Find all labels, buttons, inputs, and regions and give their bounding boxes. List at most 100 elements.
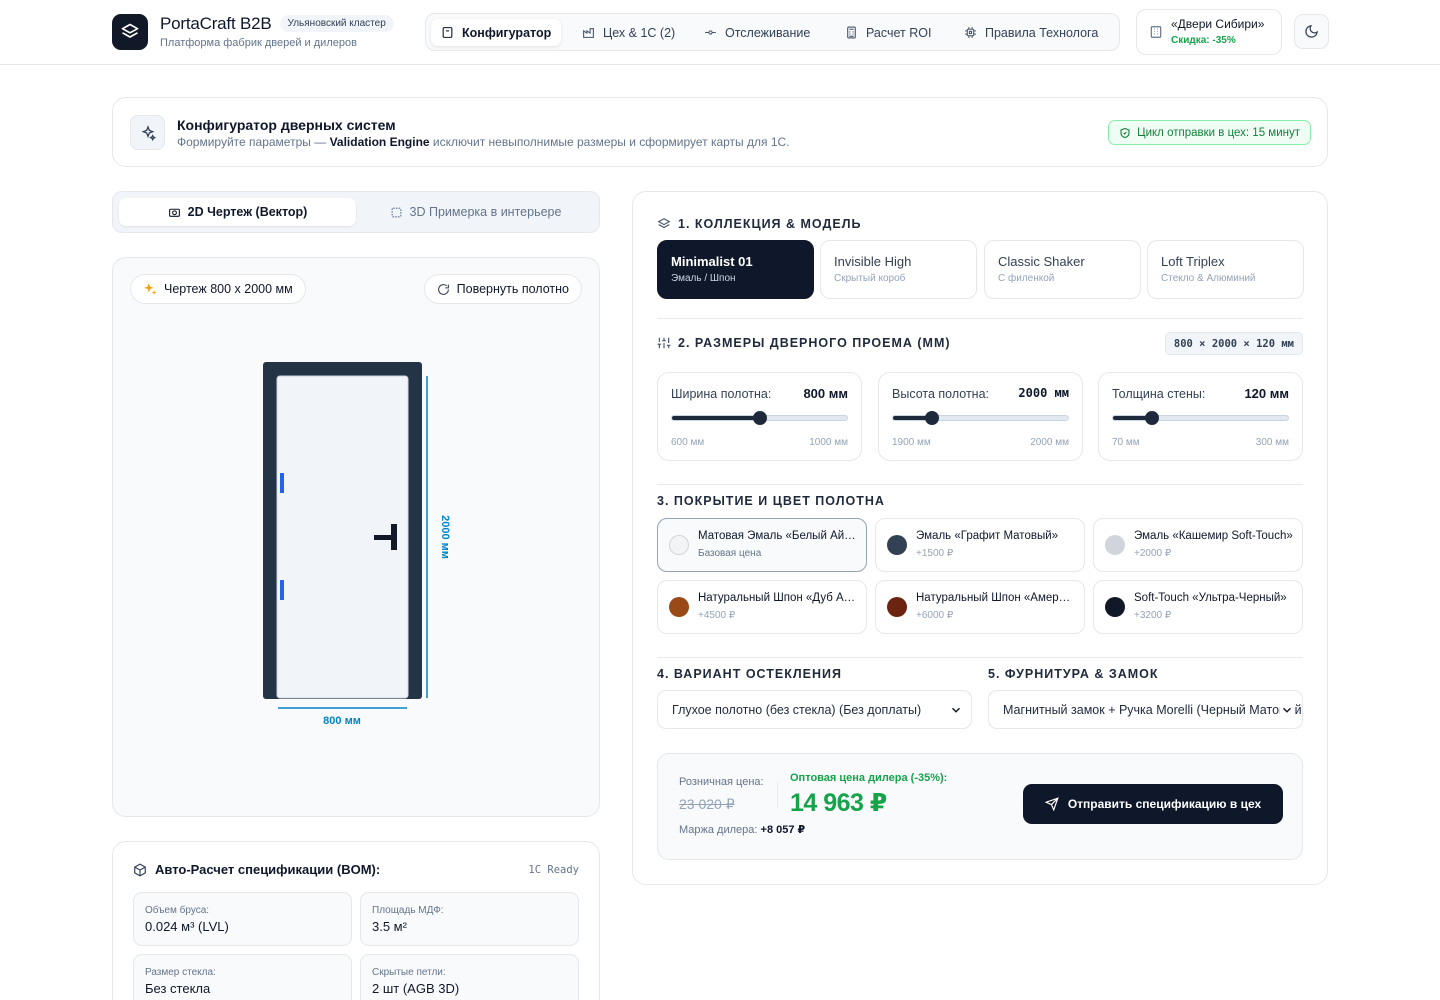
color-swatch [887, 597, 907, 617]
door-icon [442, 27, 453, 38]
divider [777, 782, 778, 808]
bom-item: Объем бруса: 0.024 м³ (LVL) [133, 892, 352, 946]
bom-item: Площадь МДФ: 3.5 м² [360, 892, 579, 946]
height-control: Высота полотна: 2000 мм 1900 мм 2000 мм [878, 372, 1083, 461]
color-swatch [669, 597, 689, 617]
bom-item: Скрытые петли: 2 шт (AGB 3D) [360, 954, 579, 1000]
divider [657, 318, 1303, 319]
main-nav: Конфигуратор Цех & 1С (2) Отслеживание Р… [425, 13, 1120, 51]
top-bar: PortaCraft B2B Ульяновский кластер Платфо… [0, 0, 1440, 65]
width-dimension-label: 800 мм [323, 715, 361, 727]
wall-thickness-control: Толщина стены: 120 мм 70 мм 300 мм [1098, 372, 1303, 461]
thickness-slider-thumb[interactable] [1144, 411, 1159, 425]
section-dimensions-heading: 2. РАЗМЕРЫ ДВЕРНОГО ПРОЕМА (ММ) [657, 336, 951, 350]
model-card-invisible[interactable]: Invisible High Скрытый короб [820, 240, 977, 299]
chevron-down-icon [1280, 703, 1294, 717]
tab-tracking[interactable]: Отслеживание [694, 19, 820, 46]
lock-plate [391, 524, 397, 550]
hardware-select[interactable]: Магнитный замок + Ручка Morelli (Черный … [988, 690, 1303, 729]
page-title: Конфигуратор дверных систем [177, 117, 396, 133]
building-icon [1150, 26, 1162, 38]
tab-label: Конфигуратор [462, 25, 552, 40]
divider [657, 657, 1303, 658]
finish-option[interactable]: Эмаль «Кашемир Soft-Touch» +2000 ₽ [1093, 518, 1303, 572]
route-icon [705, 30, 716, 35]
width-slider-thumb[interactable] [752, 411, 767, 425]
door-drawing-canvas: Чертеж 800 x 2000 мм Повернуть полотно 8… [112, 257, 600, 817]
finish-option[interactable]: Soft-Touch «Ультра-Черный» +3200 ₽ [1093, 580, 1303, 634]
sparkles-icon [144, 283, 157, 295]
model-card-classic[interactable]: Classic Shaker С филенкой [984, 240, 1141, 299]
layers-icon [657, 218, 671, 229]
door-drawing: 800 мм 2000 мм [263, 362, 451, 727]
package-icon [134, 862, 146, 877]
divider [657, 484, 1303, 485]
configurator-header: Конфигуратор дверных систем Формируйте п… [112, 97, 1328, 167]
retail-price: 23 020 ₽ [679, 796, 735, 812]
brand-name: PortaCraft B2B [160, 14, 272, 33]
pricing-summary: Розничная цена: 23 020 ₽ Оптовая цена ди… [657, 753, 1303, 860]
bom-title: Авто-Расчет спецификации (BOM): [133, 862, 380, 877]
tab-configurator[interactable]: Конфигуратор [431, 19, 562, 46]
bom-item: Размер стекла: Без стекла [133, 954, 352, 1000]
region-badge: Ульяновский кластер [279, 15, 394, 32]
width-control: Ширина полотна: 800 мм 600 мм 1000 мм [657, 372, 862, 461]
finish-option[interactable]: Натуральный Шпон «Дуб Античный»+4500 ₽ [657, 580, 867, 634]
width-slider[interactable] [671, 411, 848, 425]
wholesale-price-label: Оптовая цена дилера (-35%): [790, 772, 948, 784]
drawing-size-label: Чертеж 800 x 2000 мм [130, 274, 306, 304]
height-dimension-label: 2000 мм [439, 515, 451, 559]
tab-roi[interactable]: Расчет ROI [835, 19, 941, 46]
model-card-loft[interactable]: Loft Triplex Стекло & Алюминий [1147, 240, 1304, 299]
camera-icon [168, 208, 180, 217]
theme-toggle-button[interactable] [1294, 14, 1329, 49]
hinge-bottom [280, 580, 284, 600]
dispatch-cycle-badge: Цикл отправки в цех: 15 минут [1108, 120, 1311, 145]
thickness-slider[interactable] [1112, 411, 1289, 425]
height-slider-thumb[interactable] [924, 411, 939, 425]
finish-option[interactable]: Натуральный Шпон «Американский Орех»+600… [875, 580, 1085, 634]
dealer-discount: Скидка: -35% [1171, 35, 1236, 46]
page-subtitle: Формируйте параметры — Validation Engine… [177, 135, 790, 149]
tab-label: Отслеживание [725, 25, 811, 40]
glazing-select[interactable]: Глухое полотно (без стекла) (Без доплаты… [657, 690, 972, 729]
factory-icon [583, 28, 594, 38]
brand: PortaCraft B2B Ульяновский кластер Платфо… [160, 14, 394, 49]
calculator-icon [847, 26, 856, 39]
dealer-account[interactable]: «Двери Сибири» Скидка: -35% [1136, 9, 1282, 55]
color-swatch [887, 535, 907, 555]
sparkles-icon [130, 115, 165, 150]
section-glazing-heading: 4. ВАРИАНТ ОСТЕКЛЕНИЯ [657, 667, 842, 681]
finish-option[interactable]: Матовая Эмаль «Белый Айсберг»Базовая цен… [657, 518, 867, 572]
tab-3d-preview[interactable]: 3D Примерка в интерьере [357, 198, 594, 226]
brand-subtitle: Платформа фабрик дверей и дилеров [160, 37, 357, 49]
color-swatch [1105, 535, 1125, 555]
send-spec-to-factory-button[interactable]: Отправить спецификацию в цех [1023, 784, 1283, 824]
color-swatch [669, 535, 689, 555]
layers-icon [121, 23, 139, 38]
shield-check-icon [1120, 127, 1130, 138]
tab-factory-1c[interactable]: Цех & 1С (2) [572, 19, 685, 46]
tab-technologist-rules[interactable]: Правила Технолога [954, 19, 1108, 46]
tab-2d-drawing[interactable]: 2D Чертеж (Вектор) [119, 198, 356, 226]
bom-panel: Авто-Расчет спецификации (BOM): 1C Ready… [112, 841, 600, 1000]
section-finish-heading: 3. ПОКРЫТИЕ И ЦВЕТ ПОЛОТНА [657, 494, 885, 508]
bom-status: 1C Ready [528, 864, 579, 876]
sliders-icon [657, 337, 671, 349]
tab-label: Цех & 1С (2) [603, 25, 676, 40]
chevron-down-icon [949, 703, 963, 717]
section-collection-heading: 1. КОЛЛЕКЦИЯ & МОДЕЛЬ [657, 217, 862, 231]
box-dashed-icon [391, 207, 401, 217]
cpu-icon [965, 27, 976, 38]
retail-price-label: Розничная цена: [679, 776, 764, 788]
model-card-minimalist[interactable]: Minimalist 01 Эмаль / Шпон [657, 240, 814, 299]
finish-option[interactable]: Эмаль «Графит Матовый» +1500 ₽ [875, 518, 1085, 572]
moon-icon [1305, 25, 1318, 38]
tab-label: Правила Технолога [985, 25, 1099, 40]
view-mode-tabs: 2D Чертеж (Вектор) 3D Примерка в интерье… [112, 191, 600, 233]
rotate-leaf-button[interactable]: Повернуть полотно [423, 274, 582, 304]
height-slider[interactable] [892, 411, 1069, 425]
hinge-top [280, 473, 284, 493]
tab-label: Расчет ROI [866, 25, 932, 40]
logo[interactable] [112, 14, 148, 50]
